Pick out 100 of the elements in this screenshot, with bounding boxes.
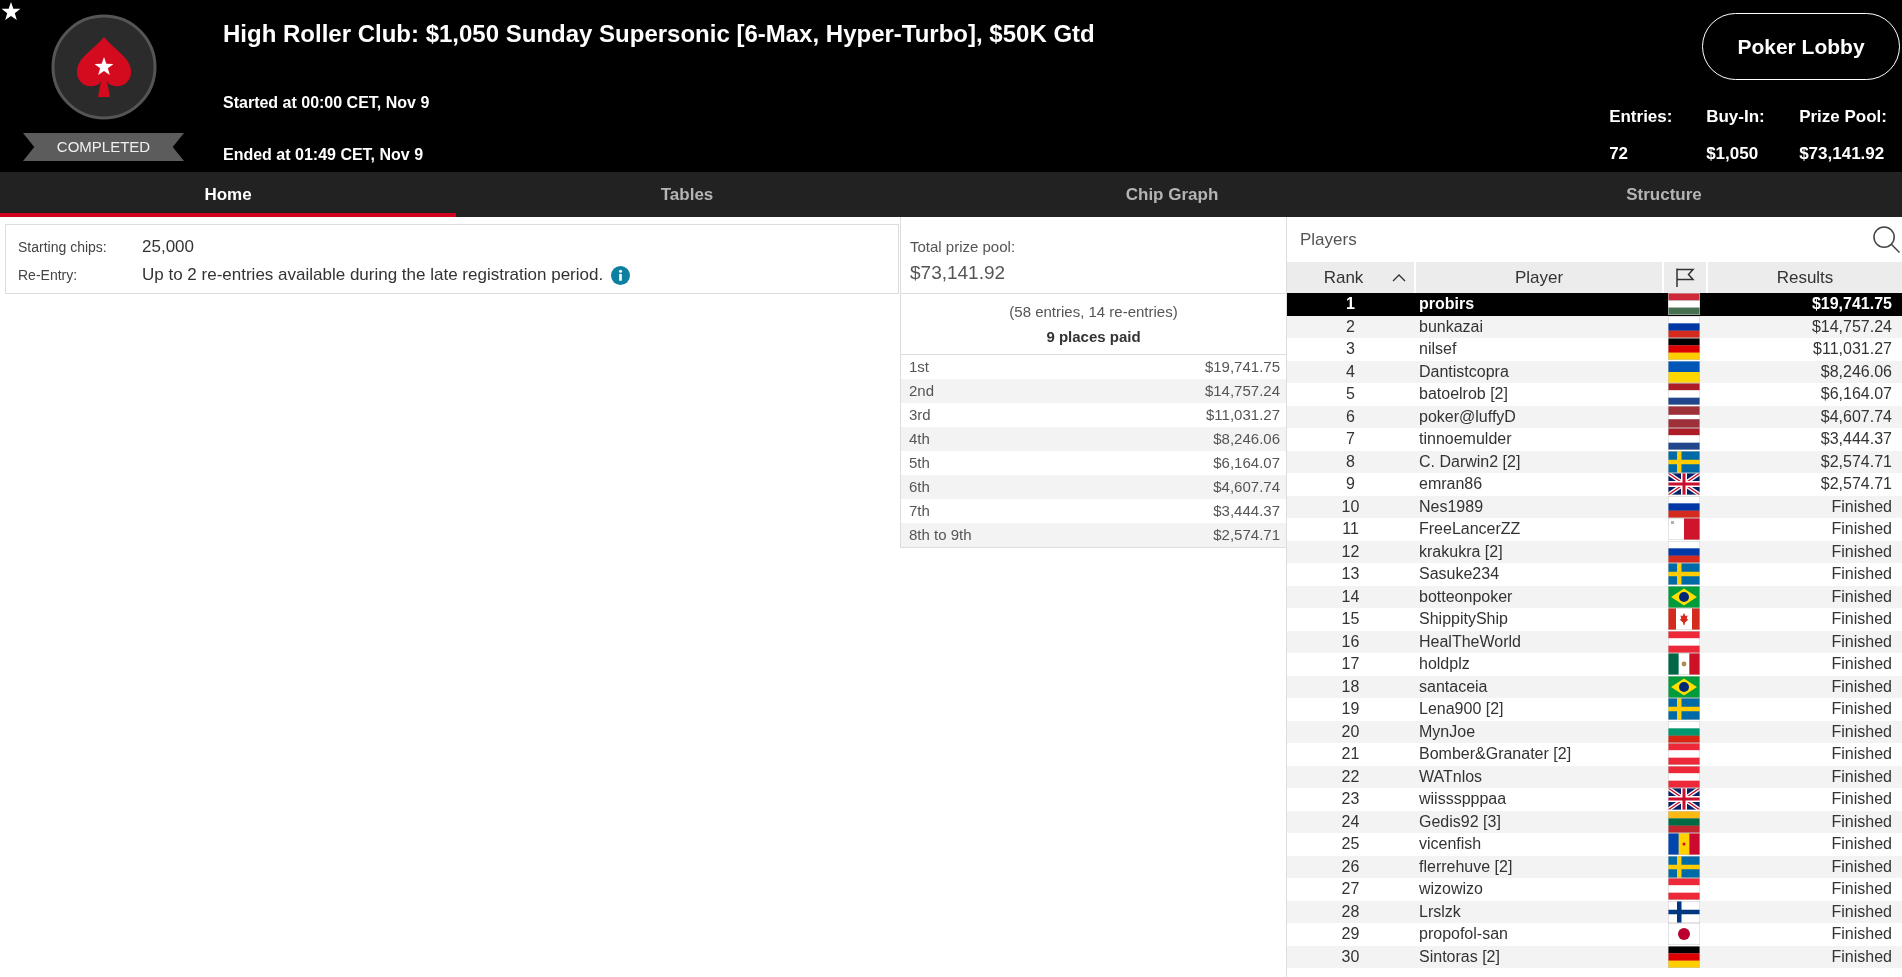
column-header[interactable]: Rank — [1287, 262, 1414, 293]
player-name: Dantistcopra — [1418, 361, 1510, 382]
result-cell-text: $11,031.27 — [1813, 339, 1893, 360]
tab[interactable]: Home — [0, 172, 456, 217]
player-row[interactable]: 16 HealTheWorld Finished — [1287, 630, 1902, 653]
player-row[interactable]: 20 MynJoe Finished — [1287, 720, 1902, 743]
prize-pool-label: Total prize pool: — [910, 238, 1017, 256]
player-row[interactable]: 26 flerrehuve [2] Finished — [1287, 855, 1902, 878]
player-name: botteonpoker — [1418, 586, 1514, 607]
player-name: flerrehuve [2] — [1418, 856, 1514, 877]
result-cell-text: Finished — [1831, 811, 1893, 832]
player-name: probirs — [1418, 294, 1476, 315]
player-name: Gedis92 [3] — [1418, 811, 1502, 832]
rank-cell: 29 — [1341, 924, 1360, 945]
flag-icon — [1668, 945, 1700, 968]
flag-icon — [1668, 495, 1700, 518]
flag-icon — [1668, 765, 1700, 788]
result-cell-text: $2,574.71 — [1820, 474, 1893, 495]
flag-icon — [1668, 585, 1700, 608]
player-row[interactable]: 24 Gedis92 [3] Finished — [1287, 810, 1902, 833]
player-row[interactable]: 2 bunkazai $14,757.24 — [1287, 315, 1902, 338]
place-label: 5th — [909, 452, 930, 473]
result-cell-text: Finished — [1831, 496, 1893, 517]
place-label: 8th to 9th — [909, 524, 972, 545]
rank-cell: 28 — [1341, 901, 1360, 922]
result-cell-text: Finished — [1831, 721, 1893, 742]
flag-icon — [1668, 315, 1700, 338]
flag-icon — [1668, 720, 1700, 743]
flag-icon — [1668, 810, 1700, 833]
result-cell-text: Finished — [1831, 924, 1893, 945]
column-header[interactable] — [1664, 262, 1706, 293]
tab[interactable]: Structure — [1426, 172, 1902, 217]
flag-icon — [1668, 405, 1700, 428]
column-header[interactable]: Player — [1416, 262, 1662, 293]
result-cell-text: Finished — [1831, 654, 1893, 675]
rank-cell: 14 — [1341, 586, 1360, 607]
player-name: Sasuke234 — [1418, 564, 1501, 585]
player-row[interactable]: 8 C. Darwin2 [2] $2,574.71 — [1287, 450, 1902, 473]
player-row[interactable]: 4 Dantistcopra $8,246.06 — [1287, 360, 1902, 383]
flag-icon — [1668, 743, 1700, 766]
start-time: Started at 00:00 CET, Nov 9 — [223, 93, 431, 112]
flag-icon — [1668, 360, 1700, 383]
rank-cell: 7 — [1346, 429, 1355, 450]
player-row[interactable]: 14 botteonpoker Finished — [1287, 585, 1902, 608]
prize-amount: $8,246.06 — [1213, 428, 1280, 449]
place-label: 3rd — [909, 404, 931, 425]
rank-cell: 25 — [1341, 834, 1360, 855]
rank-cell: 16 — [1341, 631, 1360, 652]
player-name: nilsef — [1418, 339, 1458, 360]
column-header[interactable]: Results — [1708, 262, 1902, 293]
player-name: WATnlos — [1418, 766, 1484, 787]
flag-icon — [1668, 698, 1700, 721]
stat-value: $73,141.92 — [1799, 144, 1886, 164]
place-label: 6th — [909, 476, 930, 497]
rank-cell: 19 — [1341, 699, 1360, 720]
entries-summary: (58 entries, 14 re-entries) — [1009, 303, 1178, 321]
prize-amount: $6,164.07 — [1213, 452, 1280, 473]
player-name: propofol-san — [1418, 924, 1509, 945]
player-row[interactable]: 1 probirs $19,741.75 — [1287, 293, 1902, 316]
player-row[interactable]: 10 Nes1989 Finished — [1287, 495, 1902, 518]
spade-logo-icon — [50, 14, 157, 120]
stat-value: 72 — [1609, 144, 1630, 164]
player-row[interactable]: 30 Sintoras [2] Finished — [1287, 945, 1902, 968]
player-name: vicenfish — [1418, 834, 1483, 855]
prize-amount: $19,741.75 — [1204, 356, 1280, 377]
flag-icon — [1668, 608, 1700, 631]
stat-value: $1,050 — [1706, 144, 1760, 164]
flag-icon — [1668, 293, 1700, 316]
player-name: Lena900 [2] — [1418, 699, 1505, 720]
rank-cell: 22 — [1341, 766, 1360, 787]
result-cell-text: Finished — [1831, 789, 1893, 810]
player-name: Bomber&Granater [2] — [1418, 744, 1573, 765]
player-row[interactable]: 12 krakukra [2] Finished — [1287, 540, 1902, 563]
player-name: wizowizo — [1418, 879, 1484, 900]
player-row[interactable]: 18 santaceia Finished — [1287, 675, 1902, 698]
panel-title: Players — [1300, 228, 1357, 251]
result-cell-text: Finished — [1831, 834, 1893, 855]
prize-pool-amount: $73,141.92 — [910, 262, 1007, 284]
result-cell-text: Finished — [1831, 541, 1893, 562]
star-icon[interactable] — [1, 2, 21, 20]
info-icon[interactable] — [611, 265, 631, 285]
rank-cell: 12 — [1341, 541, 1360, 562]
result-cell-text: Finished — [1831, 519, 1893, 540]
place-label: 4th — [909, 428, 930, 449]
tab[interactable]: Tables — [456, 172, 918, 217]
end-time: Ended at 01:49 CET, Nov 9 — [223, 145, 425, 164]
prize-amount: $3,444.37 — [1213, 500, 1280, 521]
result-cell-text: Finished — [1831, 879, 1893, 900]
prize-amount: $11,031.27 — [1206, 404, 1280, 425]
player-name: emran86 — [1418, 474, 1484, 495]
player-row[interactable]: 22 WATnlos Finished — [1287, 765, 1902, 788]
player-row[interactable]: 28 Lrslzk Finished — [1287, 900, 1902, 923]
stat-label: Buy-In: — [1706, 107, 1766, 127]
search-icon[interactable] — [1873, 226, 1900, 253]
place-label: 2nd — [909, 380, 935, 401]
rank-cell: 2 — [1346, 316, 1355, 337]
rank-cell: 3 — [1346, 339, 1355, 360]
status-banner: COMPLETED — [23, 133, 184, 161]
tab[interactable]: Chip Graph — [918, 172, 1426, 217]
player-row[interactable]: 6 poker@luffyD $4,607.74 — [1287, 405, 1902, 428]
